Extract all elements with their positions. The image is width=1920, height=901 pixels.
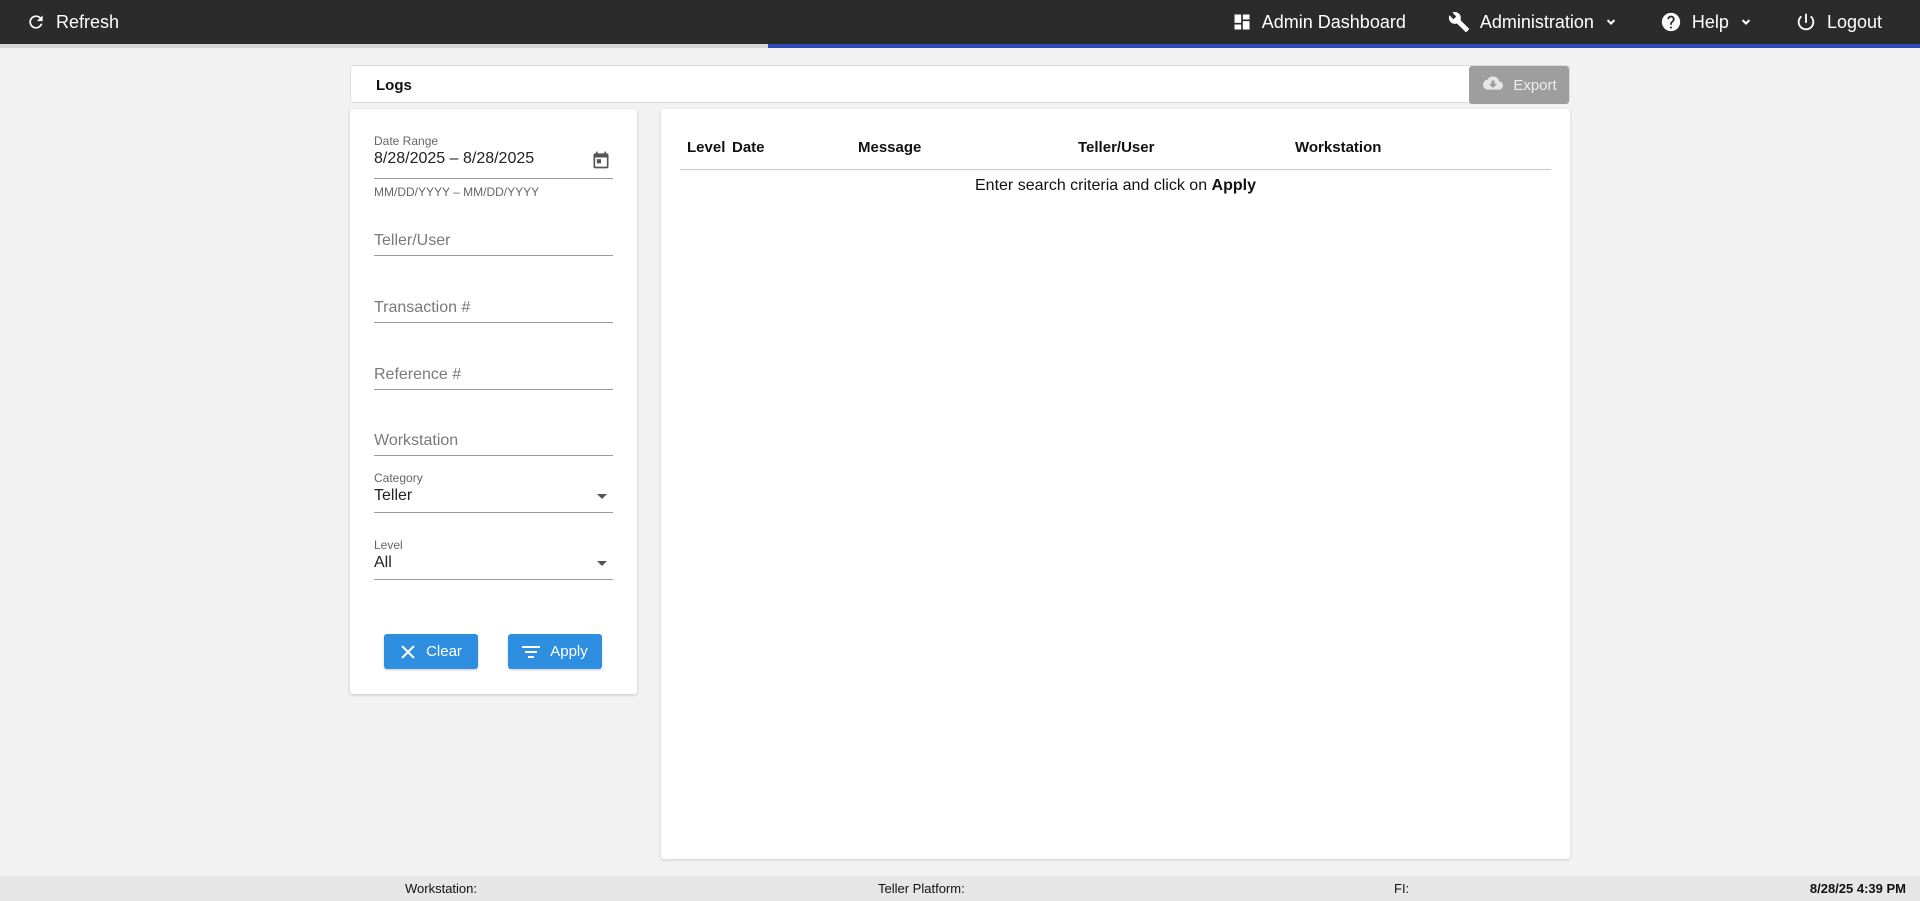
calendar-icon[interactable] [591,150,611,170]
export-button[interactable]: Export [1469,66,1569,104]
footer-fi-label: FI: [1394,881,1410,896]
page-title: Logs [376,77,412,94]
empty-state-message: Enter search criteria and click on Apply [661,177,1570,195]
chevron-down-icon [1604,15,1618,29]
cloud-download-icon [1481,73,1505,97]
top-nav-right: Admin Dashboard Administration Help Logo… [1220,0,1894,44]
topbar-accent-fill [768,44,1920,48]
teller-user-input[interactable] [374,232,613,250]
refresh-icon [26,12,46,32]
power-icon [1795,11,1817,33]
dashboard-icon [1232,12,1252,32]
reference-input[interactable] [374,366,613,384]
footer-datetime: 8/28/25 4:39 PM [1809,881,1906,896]
category-select[interactable]: Category Teller [374,471,613,513]
date-range-label: Date Range [374,134,439,148]
admin-dashboard-label: Admin Dashboard [1261,11,1406,32]
reference-field[interactable] [374,348,613,390]
column-header-teller-user[interactable]: Teller/User [1078,139,1154,156]
reference-underline [374,389,613,390]
transaction-input[interactable] [374,299,613,317]
category-value: Teller [374,487,413,504]
date-range-underline [374,178,613,179]
clear-button[interactable]: Clear [384,634,478,669]
admin-dashboard-button[interactable]: Admin Dashboard [1220,0,1418,44]
workstation-underline [374,455,613,456]
filter-icon [522,645,541,659]
help-label: Help [1691,11,1729,32]
transaction-field[interactable] [374,281,613,323]
status-bar: Workstation: Teller Platform: FI: 8/28/2… [0,876,1920,901]
filter-panel: Date Range 8/28/2025 – 8/28/2025 MM/DD/Y… [350,109,637,694]
refresh-button[interactable]: Refresh [14,0,131,44]
wrench-icon [1448,11,1470,33]
transaction-underline [374,322,613,323]
logs-header-card: Logs Export [350,65,1570,104]
column-header-workstation[interactable]: Workstation [1295,139,1381,156]
column-header-level[interactable]: Level [687,139,725,156]
refresh-label: Refresh [56,11,120,32]
results-panel: Level Date Message Teller/User Workstati… [661,109,1570,859]
date-range-value[interactable]: 8/28/2025 – 8/28/2025 [374,150,613,168]
table-header: Level Date Message Teller/User Workstati… [680,129,1551,170]
level-select[interactable]: Level All [374,538,613,580]
apply-button[interactable]: Apply [508,634,602,669]
teller-user-underline [374,255,613,256]
date-range-field[interactable]: Date Range 8/28/2025 – 8/28/2025 [374,134,613,179]
apply-label: Apply [550,643,588,660]
logout-button[interactable]: Logout [1783,0,1894,44]
help-circle-icon [1660,11,1682,33]
empty-message-action: Apply [1211,177,1256,194]
administration-menu-button[interactable]: Administration [1436,0,1630,44]
footer-workstation-label: Workstation: [405,881,478,896]
workstation-field[interactable] [374,414,613,456]
level-label: Level [374,538,403,552]
administration-label: Administration [1479,11,1594,32]
column-header-date[interactable]: Date [732,139,765,156]
workstation-input[interactable] [374,432,613,450]
dropdown-arrow-icon[interactable] [597,494,607,499]
chevron-down-icon [1739,15,1753,29]
topbar-progress-accent [0,44,1920,48]
level-underline [374,579,613,580]
close-icon [400,644,416,660]
category-label: Category [374,471,423,485]
teller-user-field[interactable] [374,214,613,256]
level-value: All [374,554,392,571]
empty-message-text: Enter search criteria and click on [975,177,1212,194]
clear-label: Clear [426,643,462,660]
date-range-hint: MM/DD/YYYY – MM/DD/YYYY [374,185,540,199]
top-navigation-bar: Refresh Admin Dashboard Administration H… [0,0,1920,44]
column-header-message[interactable]: Message [858,139,921,156]
footer-teller-platform-label: Teller Platform: [878,881,965,896]
logout-label: Logout [1826,11,1882,32]
dropdown-arrow-icon[interactable] [597,561,607,566]
category-underline [374,512,613,513]
export-label: Export [1513,76,1557,94]
help-menu-button[interactable]: Help [1648,0,1765,44]
